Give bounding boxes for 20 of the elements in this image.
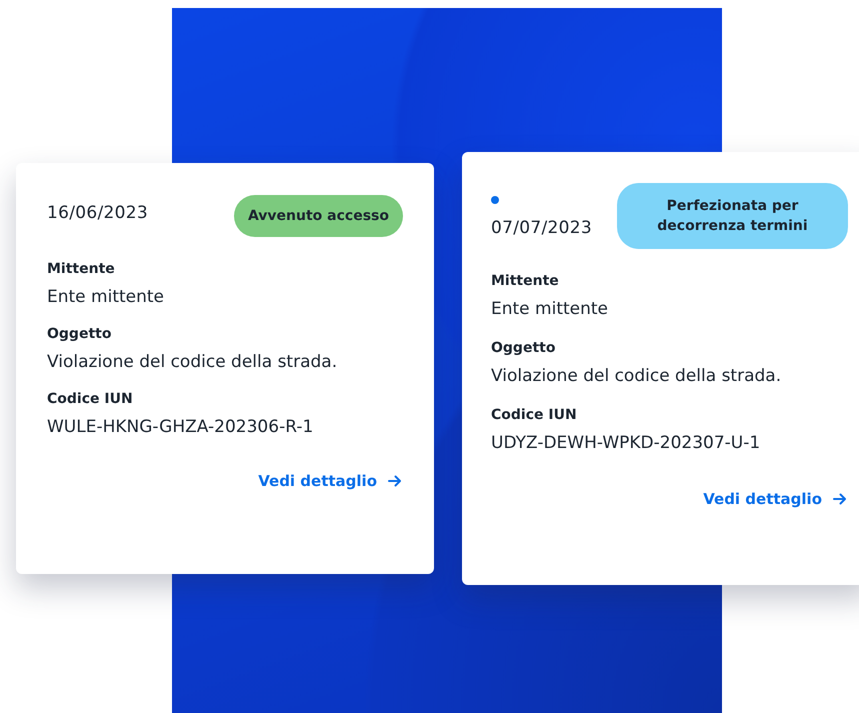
field-label: Oggetto [47, 326, 112, 342]
field-value: UDYZ-DEWH-WPKD-202307-U-1 [491, 433, 762, 453]
field-value: Ente mittente [491, 299, 610, 319]
field-label: Codice IUN [491, 407, 578, 423]
field-value: Violazione del codice della strada. [491, 366, 782, 386]
field-label: Mittente [47, 261, 116, 277]
detail-link[interactable]: Vedi dettaglio [258, 472, 403, 490]
status-badge: Perfezionata per decorrenza termini [617, 183, 848, 249]
arrow-right-icon [832, 491, 848, 507]
field-value: Ente mittente [47, 287, 166, 307]
date-text: 16/06/2023 [47, 203, 148, 223]
field-label: Codice IUN [47, 391, 134, 407]
field-value: WULE-HKNG-GHZA-202306-R-1 [47, 417, 314, 437]
date-text: 07/07/2023 [491, 218, 592, 238]
arrow-right-icon [387, 473, 403, 489]
status-badge: Avvenuto accesso [234, 195, 403, 237]
detail-link[interactable]: Vedi dettaglio [703, 490, 848, 508]
field-value: Violazione del codice della strada. [47, 352, 338, 372]
field-label: Oggetto [491, 340, 556, 356]
field-label: Mittente [491, 273, 560, 289]
